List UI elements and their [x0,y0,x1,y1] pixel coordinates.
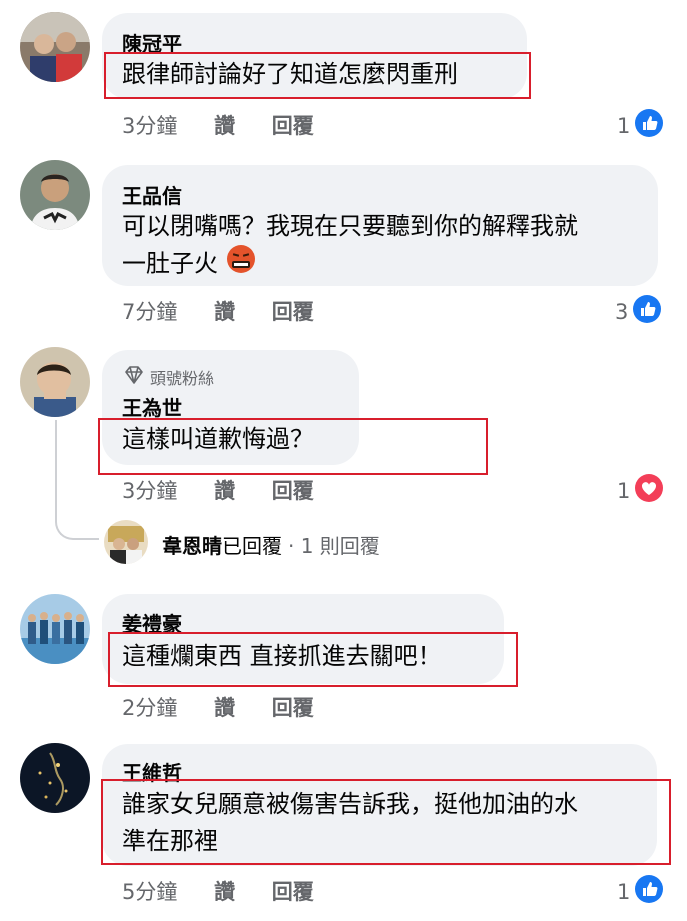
reaction-number: 1 [617,879,631,904]
like-reaction-icon [635,109,664,142]
reaction-count[interactable]: 3 [615,295,662,328]
like-button[interactable]: 讚 [214,692,235,722]
comment-actions: 2分鐘 讚 回覆 [122,692,344,722]
reply-button[interactable]: 回覆 [272,692,314,722]
reply-action: 已回覆 [222,534,282,558]
reaction-number: 3 [615,299,629,324]
comment-time[interactable]: 3分鐘 [122,110,177,140]
reaction-number: 1 [617,113,631,138]
reply-author[interactable]: 韋恩晴 [162,530,222,559]
avatar[interactable] [20,594,90,664]
reaction-number: 1 [617,478,631,503]
like-button[interactable]: 讚 [214,876,235,906]
comment-actions: 3分鐘 讚 回覆 [122,475,344,505]
comment-time[interactable]: 2分鐘 [122,692,177,722]
reaction-count[interactable]: 1 [617,474,664,507]
like-reaction-icon [635,875,664,908]
like-reaction-icon [633,295,662,328]
comment-actions: 5分鐘 讚 回覆 [122,876,344,906]
avatar[interactable] [20,12,90,82]
highlight-box [98,418,488,475]
avatar[interactable] [20,160,90,230]
commenter-name[interactable]: 王為世 [122,392,182,421]
avatar[interactable] [20,743,90,813]
comment-text: 可以閉嘴嗎？我現在只要聽到你的解釋我就 [122,212,578,240]
reply-button[interactable]: 回覆 [272,110,314,140]
comment-actions: 3分鐘 讚 回覆 [122,110,344,140]
avatar[interactable] [20,347,90,417]
angry-face-emoji-icon [226,244,256,285]
reply-button[interactable]: 回覆 [272,296,314,326]
highlight-box [108,632,518,687]
like-button[interactable]: 讚 [214,296,235,326]
view-replies-link[interactable]: 韋恩晴 已回覆 · 1 則回覆 [162,530,380,559]
reply-count[interactable]: · 1 則回覆 [288,530,380,559]
reaction-count[interactable]: 1 [617,875,664,908]
diamond-icon [124,366,144,388]
comment-actions: 7分鐘 讚 回覆 [122,296,344,326]
love-reaction-icon [635,474,664,507]
comment-text: 一肚子火 [122,244,256,285]
badge-label: 頭號粉絲 [150,369,215,388]
reply-button[interactable]: 回覆 [272,876,314,906]
commenter-name[interactable]: 王品信 [122,180,182,209]
comment-text-line: 一肚子火 [122,249,218,278]
reaction-count[interactable]: 1 [617,109,664,142]
like-button[interactable]: 讚 [214,110,235,140]
reply-avatar[interactable] [104,520,148,564]
comment-time[interactable]: 7分鐘 [122,296,177,326]
reply-button[interactable]: 回覆 [272,475,314,505]
reply-thread-line [55,420,99,540]
comment-time[interactable]: 3分鐘 [122,475,177,505]
highlight-box [104,52,531,99]
top-fan-badge: 頭號粉絲 [124,365,214,389]
like-button[interactable]: 讚 [214,475,235,505]
comment-time[interactable]: 5分鐘 [122,876,177,906]
highlight-box [101,779,671,865]
